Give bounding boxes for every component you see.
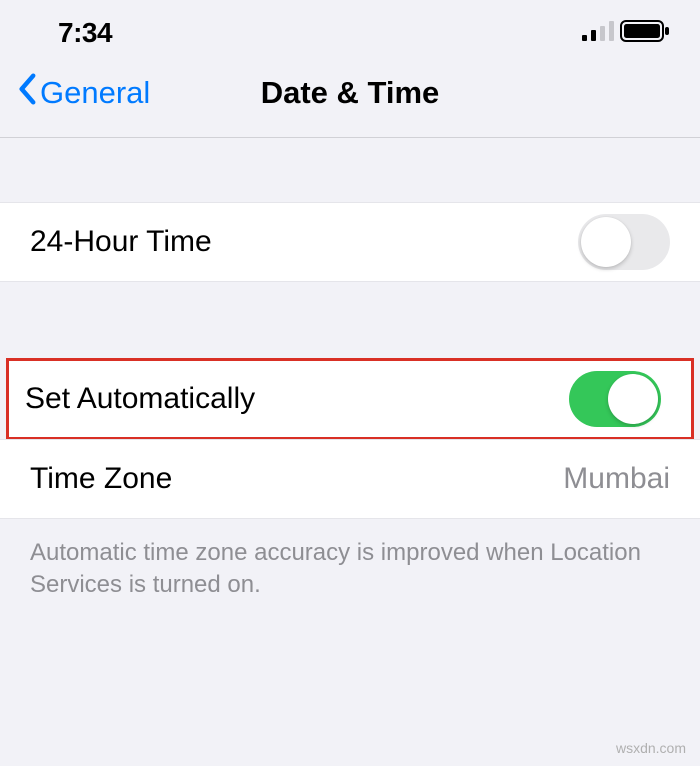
- status-time: 7:34: [58, 17, 112, 49]
- row-24-hour-time: 24-Hour Time: [0, 202, 700, 282]
- back-label: General: [40, 75, 150, 111]
- navigation-bar: General Date & Time: [0, 58, 700, 138]
- status-bar: 7:34: [0, 0, 700, 58]
- watermark: wsxdn.com: [616, 740, 686, 756]
- row-label: Set Automatically: [25, 382, 255, 416]
- row-set-automatically: Set Automatically: [19, 364, 681, 434]
- row-set-automatically-highlight: Set Automatically: [6, 358, 694, 440]
- row-time-zone[interactable]: Time Zone Mumbai: [0, 439, 700, 519]
- toggle-set-automatically[interactable]: [569, 371, 661, 427]
- status-indicators: [582, 20, 670, 47]
- chevron-left-icon: [16, 73, 38, 113]
- page-title: Date & Time: [261, 75, 440, 111]
- time-zone-value: Mumbai: [563, 462, 670, 496]
- back-button[interactable]: General: [16, 73, 150, 113]
- battery-icon: [620, 20, 670, 47]
- row-label: Time Zone: [30, 462, 172, 496]
- cellular-icon: [582, 21, 614, 46]
- footer-note: Automatic time zone accuracy is improved…: [0, 519, 700, 602]
- row-label: 24-Hour Time: [30, 225, 212, 259]
- toggle-24-hour-time[interactable]: [578, 214, 670, 270]
